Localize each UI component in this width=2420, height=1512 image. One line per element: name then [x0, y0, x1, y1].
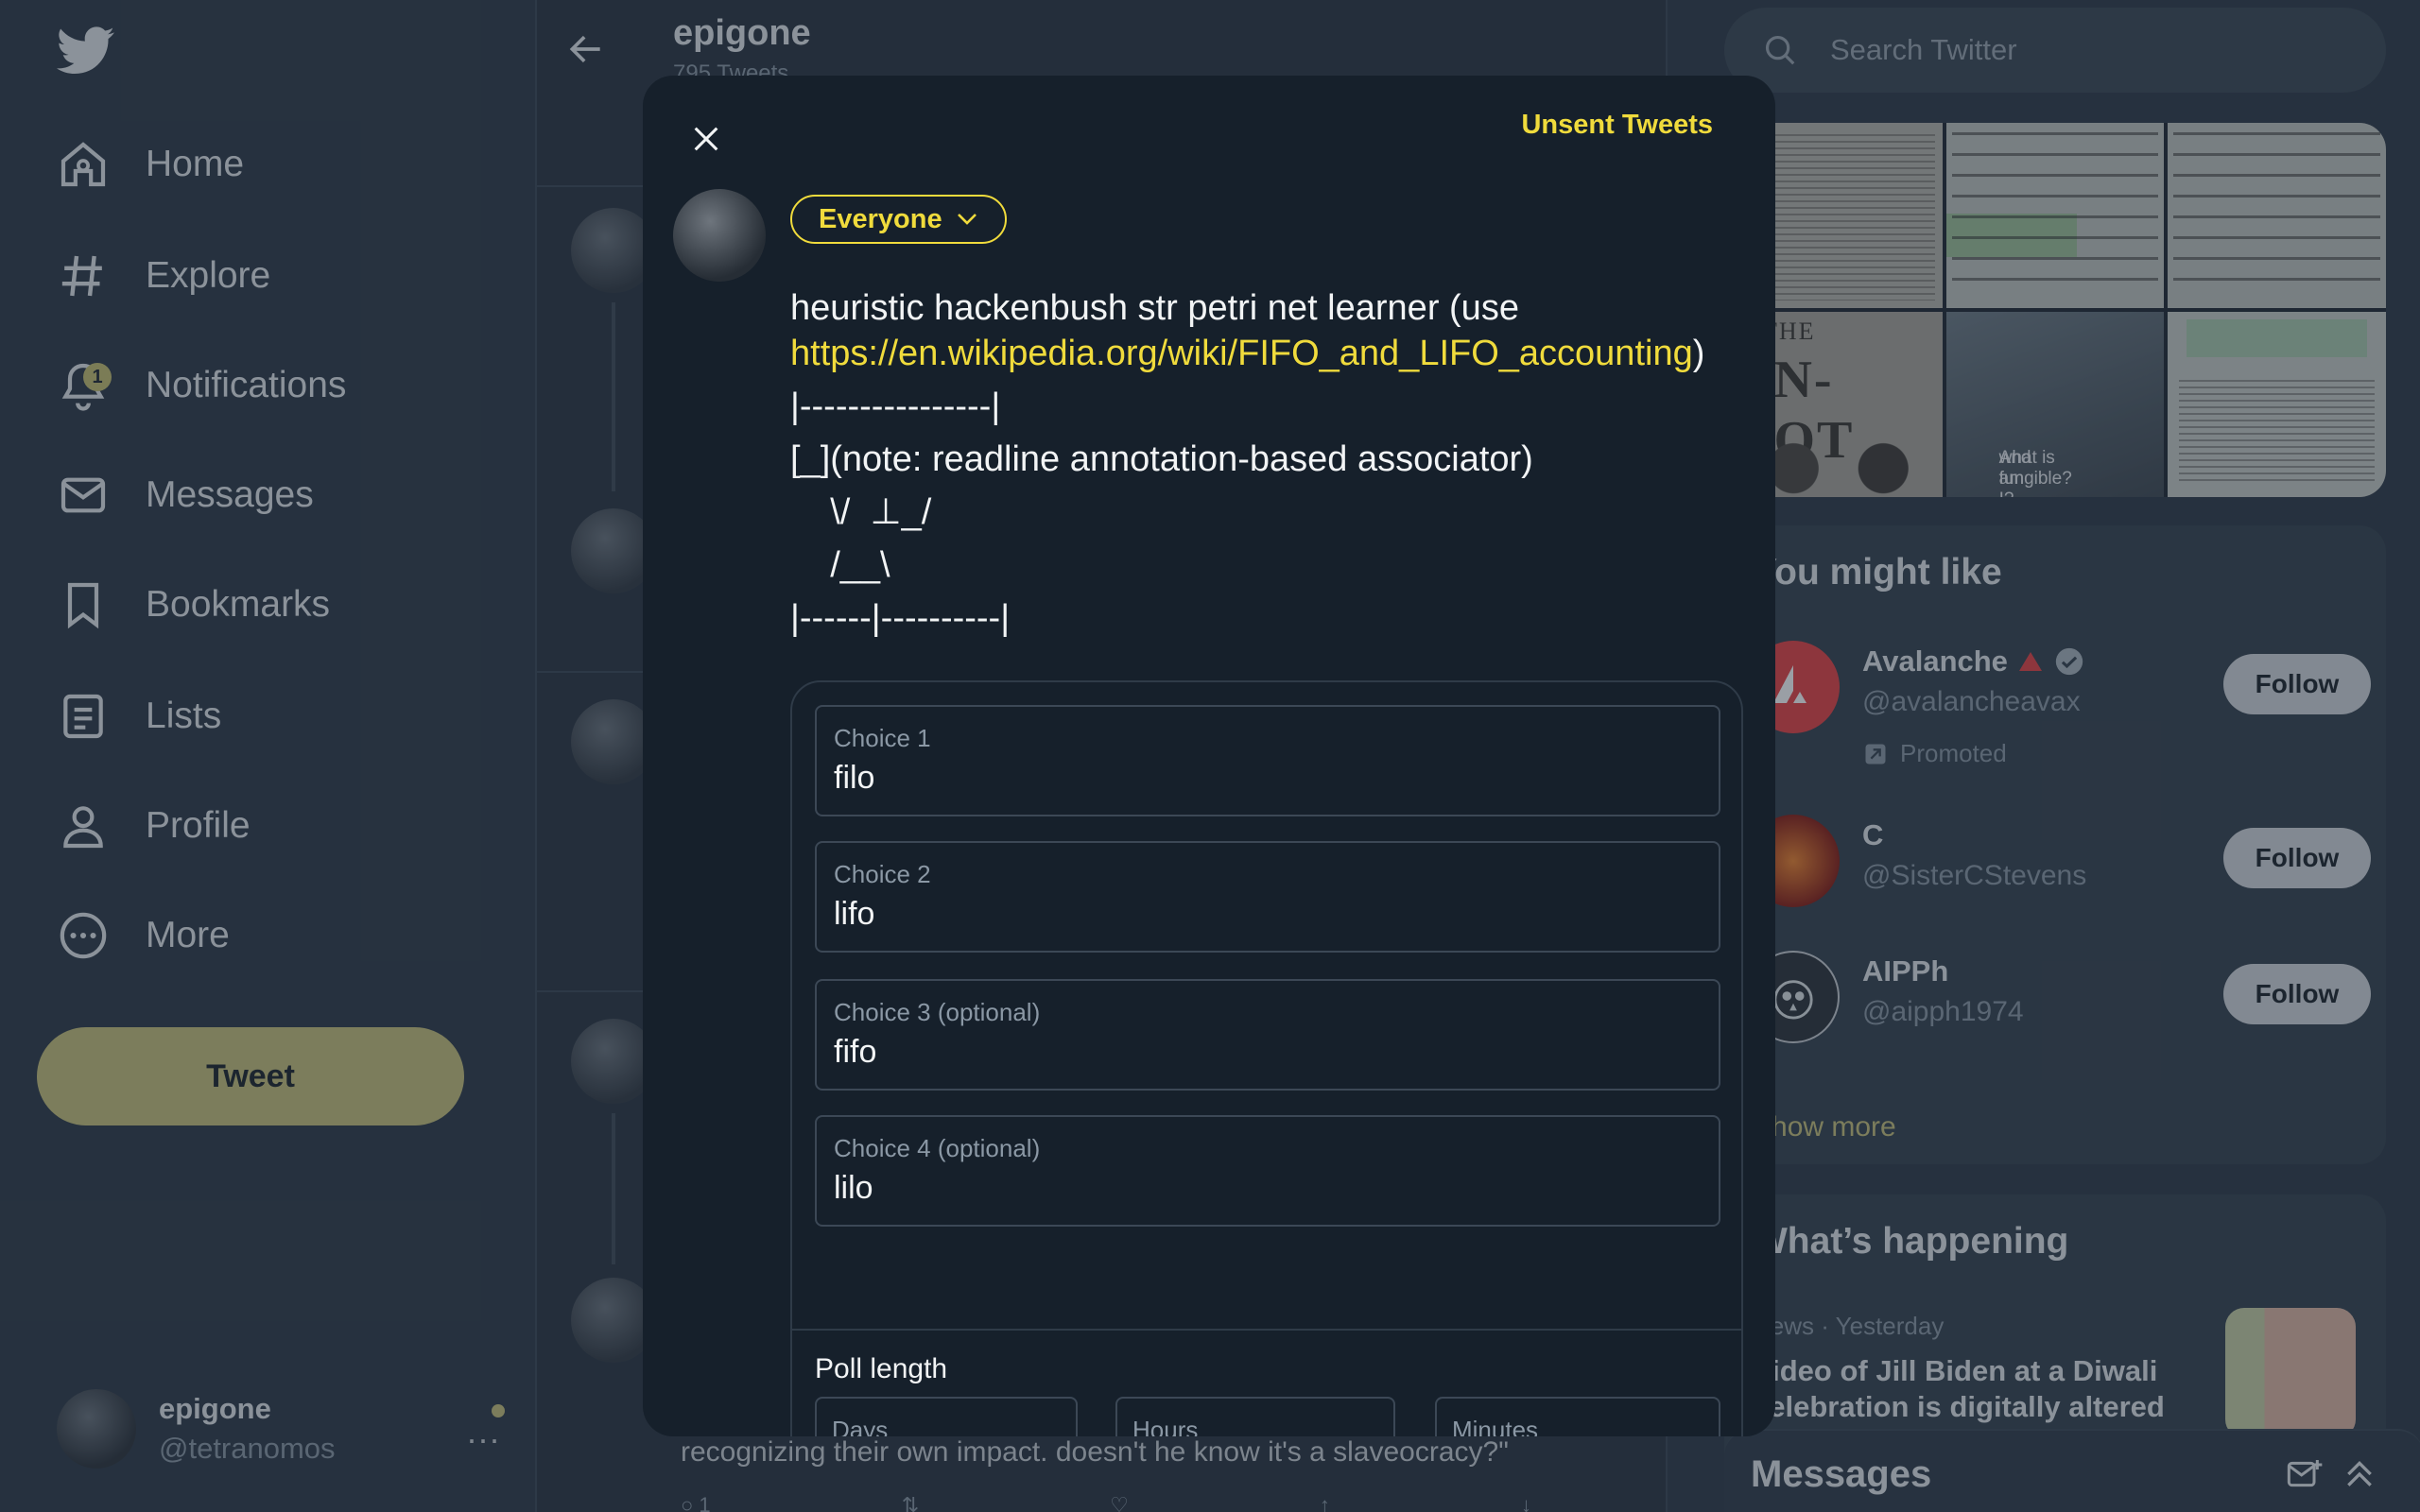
select-label: Hours — [1132, 1416, 1199, 1436]
unsent-tweets-link[interactable]: Unsent Tweets — [1521, 110, 1713, 141]
poll-days-select[interactable]: Days 1 — [815, 1397, 1078, 1436]
compose-line: \/ ⊥_/ — [790, 492, 932, 532]
audience-selector[interactable]: Everyone — [790, 195, 1007, 244]
chevron-down-icon — [957, 214, 977, 225]
poll-choice-value[interactable]: lifo — [834, 896, 874, 933]
poll-choice-value[interactable]: fifo — [834, 1034, 876, 1071]
poll-hours-select[interactable]: Hours 0 — [1115, 1397, 1395, 1436]
composer-avatar — [673, 189, 766, 282]
compose-link[interactable]: https://en.wikipedia.org/wiki/FIFO_and_L… — [790, 334, 1693, 373]
poll-choice-2[interactable]: Choice 2 lifo — [815, 841, 1720, 953]
poll-choice-value[interactable]: lilo — [834, 1170, 873, 1207]
poll-choice-1[interactable]: Choice 1 filo — [815, 705, 1720, 816]
compose-line: |----------------| — [790, 387, 1001, 426]
compose-line: |------|----------| — [790, 598, 1011, 638]
poll-choice-label: Choice 2 — [834, 860, 931, 888]
tweet-compose-textarea[interactable]: heuristic hackenbush str petri net learn… — [790, 285, 1754, 641]
close-icon[interactable] — [673, 106, 739, 172]
compose-line: heuristic hackenbush str petri net learn… — [790, 288, 1519, 328]
poll-choice-3[interactable]: Choice 3 (optional) fifo — [815, 979, 1720, 1091]
compose-line: /__\ — [790, 545, 890, 585]
poll-choice-value[interactable]: filo — [834, 760, 874, 797]
select-label: Days — [832, 1416, 889, 1436]
poll-choice-4[interactable]: Choice 4 (optional) lilo — [815, 1115, 1720, 1227]
poll-divider — [792, 1329, 1741, 1331]
audience-label: Everyone — [819, 203, 942, 234]
poll-choice-label: Choice 3 (optional) — [834, 998, 1041, 1026]
poll-choice-label: Choice 4 (optional) — [834, 1134, 1041, 1162]
poll-choice-label: Choice 1 — [834, 724, 931, 752]
select-label: Minutes — [1452, 1416, 1539, 1436]
compose-tweet-modal: Unsent Tweets Everyone heuristic hackenb… — [643, 76, 1775, 1436]
poll-minutes-select[interactable]: Minutes 0 — [1435, 1397, 1720, 1436]
poll-editor: Choice 1 filo Choice 2 lifo Choice 3 (op… — [790, 680, 1743, 1436]
compose-line-url: https://en.wikipedia.org/wiki/FIFO_and_L… — [790, 334, 1705, 373]
compose-line: [_](note: readline annotation-based asso… — [790, 439, 1533, 479]
poll-length-label: Poll length — [815, 1353, 948, 1384]
